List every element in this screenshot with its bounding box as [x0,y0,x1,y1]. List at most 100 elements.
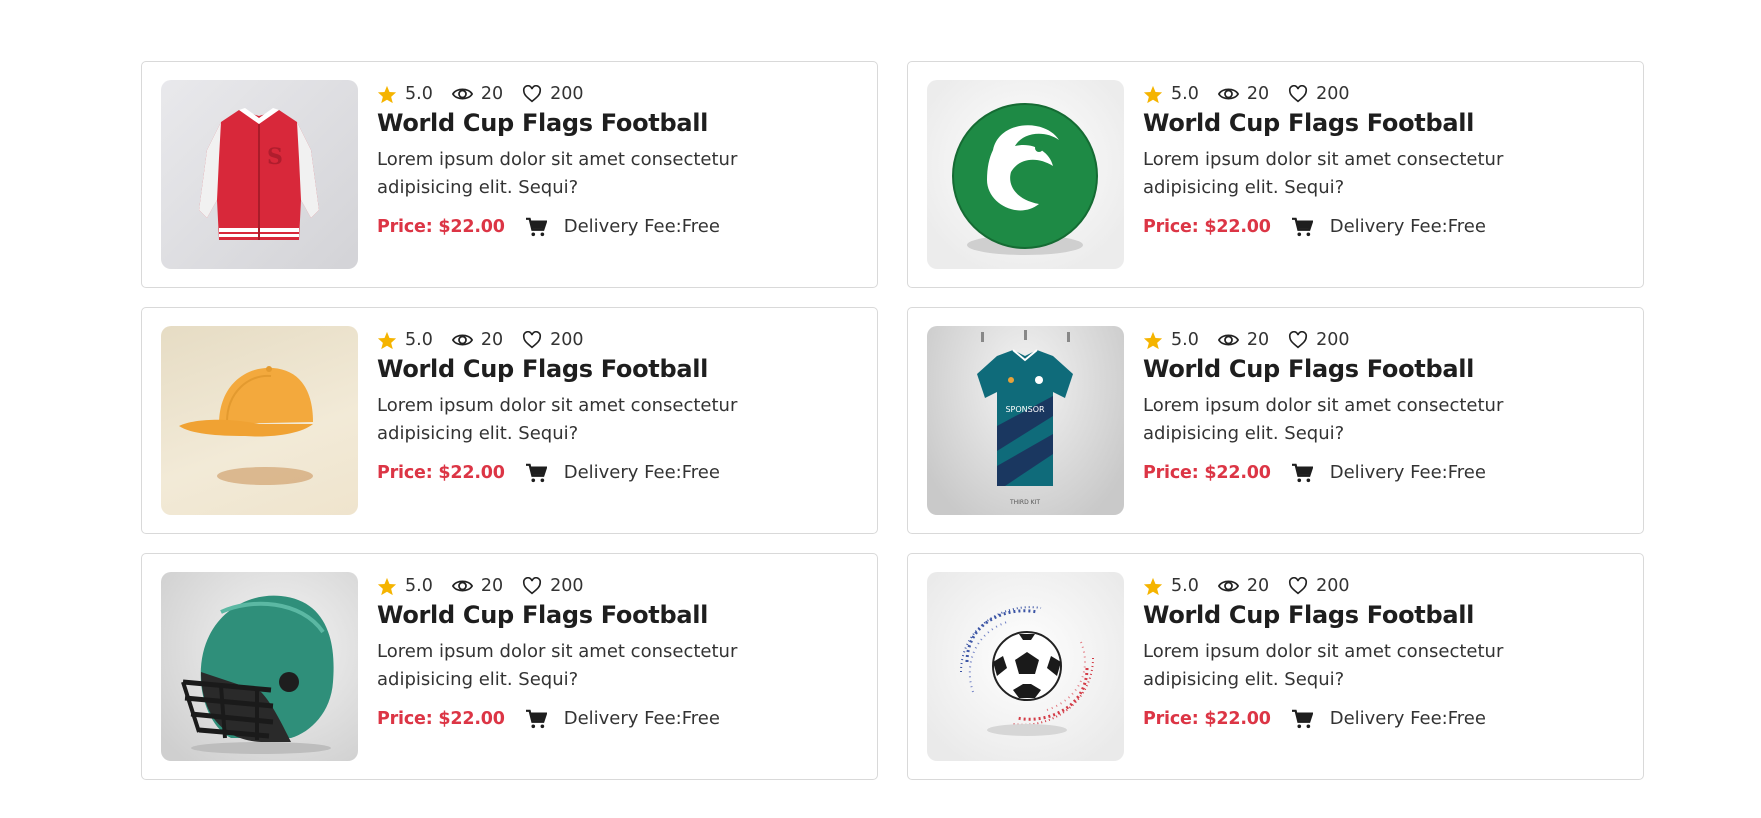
product-stats: 5.0 20 200 [377,81,859,107]
likes[interactable]: 200 [522,330,584,350]
rating: 5.0 [1143,84,1199,104]
star-icon [377,85,397,103]
product-description: Lorem ipsum dolor sit amet consectetur a… [1143,149,1504,198]
product-image-jacket[interactable]: S [161,80,358,269]
heart-icon[interactable] [1288,577,1308,595]
add-to-cart-button[interactable] [1291,709,1313,729]
cart-icon[interactable] [1291,463,1313,483]
views: 20 [1217,84,1270,104]
product-footer: Price: $22.00 Delivery Fee:Free [1143,708,1625,729]
product-info: 5.0 20 200 World Cup Flags Football Lore… [1143,572,1625,761]
add-to-cart-button[interactable] [525,709,547,729]
product-footer: Price: $22.00 Delivery Fee:Free [377,462,859,483]
product-stats: 5.0 20 200 [377,573,859,599]
product-footer: Price: $22.00 Delivery Fee:Free [1143,462,1625,483]
product-title[interactable]: World Cup Flags Football [377,107,859,139]
product-price: Price: $22.00 [377,216,505,237]
product-info: 5.0 20 200 World Cup Flags Football Lore… [1143,326,1625,515]
cart-icon[interactable] [1291,709,1313,729]
eye-icon [1217,580,1239,592]
likes[interactable]: 200 [1288,330,1350,350]
delivery-fee: Delivery Fee:Free [563,708,720,729]
views-value: 20 [480,330,504,350]
product-stats: 5.0 20 200 [1143,573,1625,599]
product-image-jersey[interactable]: SPONSOR THIRD KIT [927,326,1124,515]
product-price: Price: $22.00 [377,708,505,729]
heart-icon[interactable] [1288,331,1308,349]
delivery-fee: Delivery Fee:Free [1329,462,1486,483]
likes-value: 200 [550,576,584,596]
rating: 5.0 [1143,330,1199,350]
product-image-helmet[interactable] [161,572,358,761]
likes-value: 200 [1316,84,1350,104]
add-to-cart-button[interactable] [525,217,547,237]
product-description: Lorem ipsum dolor sit amet consectetur a… [1143,641,1504,690]
cart-icon[interactable] [525,217,547,237]
product-info: 5.0 20 200 World Cup Flags Football Lore… [1143,80,1625,269]
heart-icon[interactable] [1288,85,1308,103]
delivery-fee: Delivery Fee:Free [563,216,720,237]
heart-icon[interactable] [522,577,542,595]
product-card[interactable]: 5.0 20 200 World Cup Flags Football Lore… [907,61,1644,288]
rating-value: 5.0 [1171,330,1199,350]
star-icon [377,577,397,595]
product-grid: S 5.0 20 200 World Cup Flags Football Lo [141,61,1644,780]
product-price: Price: $22.00 [1143,708,1271,729]
likes-value: 200 [1316,330,1350,350]
views-value: 20 [1246,84,1270,104]
likes[interactable]: 200 [522,84,584,104]
views: 20 [451,84,503,104]
heart-icon[interactable] [522,331,542,349]
product-footer: Price: $22.00 Delivery Fee:Free [377,216,859,237]
views: 20 [1217,330,1270,350]
cart-icon[interactable] [1291,217,1313,237]
delivery-fee: Delivery Fee:Free [1329,216,1486,237]
likes[interactable]: 200 [522,576,584,596]
product-card[interactable]: 5.0 20 200 World Cup Flags Football Lore… [141,307,878,534]
views-value: 20 [1246,330,1270,350]
product-card[interactable]: S 5.0 20 200 World Cup Flags Football Lo [141,61,878,288]
product-footer: Price: $22.00 Delivery Fee:Free [377,708,859,729]
likes[interactable]: 200 [1288,576,1350,596]
add-to-cart-button[interactable] [1291,463,1313,483]
product-stats: 5.0 20 200 [1143,81,1625,107]
product-description: Lorem ipsum dolor sit amet consectetur a… [377,641,738,690]
product-title[interactable]: World Cup Flags Football [377,599,859,631]
delivery-fee: Delivery Fee:Free [563,462,720,483]
product-card[interactable]: 5.0 20 200 World Cup Flags Football Lore… [907,553,1644,780]
eye-icon [1217,88,1239,100]
likes-value: 200 [550,330,584,350]
product-info: 5.0 20 200 World Cup Flags Football Lore… [377,572,859,761]
product-card[interactable]: SPONSOR THIRD KIT 5.0 20 200 World Cup F… [907,307,1644,534]
product-price: Price: $22.00 [1143,462,1271,483]
product-title[interactable]: World Cup Flags Football [1143,599,1625,631]
cart-icon[interactable] [525,463,547,483]
views: 20 [451,330,504,350]
star-icon [1143,85,1163,103]
rating-value: 5.0 [405,576,433,596]
heart-icon[interactable] [522,85,542,103]
views-value: 20 [1246,576,1270,596]
jersey-sponsor: SPONSOR [1005,405,1045,414]
product-image-cap[interactable] [161,326,358,515]
rating-value: 5.0 [1171,576,1199,596]
add-to-cart-button[interactable] [525,463,547,483]
product-title[interactable]: World Cup Flags Football [1143,107,1625,139]
rating-value: 5.0 [1171,84,1199,104]
cart-icon[interactable] [525,709,547,729]
product-title[interactable]: World Cup Flags Football [1143,353,1625,385]
product-description: Lorem ipsum dolor sit amet consectetur a… [377,395,738,444]
product-info: 5.0 20 200 World Cup Flags Football Lore… [377,326,859,515]
product-title[interactable]: World Cup Flags Football [377,353,859,385]
rating-value: 5.0 [405,330,433,350]
likes[interactable]: 200 [1288,84,1350,104]
product-image-ball[interactable] [927,80,1124,269]
product-image-soccer-ball[interactable] [927,572,1124,761]
product-info: 5.0 20 200 World Cup Flags Football Lore… [377,80,859,269]
views: 20 [451,576,504,596]
add-to-cart-button[interactable] [1291,217,1313,237]
eye-icon [451,334,473,346]
rating: 5.0 [377,576,433,596]
views-value: 20 [480,576,504,596]
product-card[interactable]: 5.0 20 200 World Cup Flags Football Lore… [141,553,878,780]
